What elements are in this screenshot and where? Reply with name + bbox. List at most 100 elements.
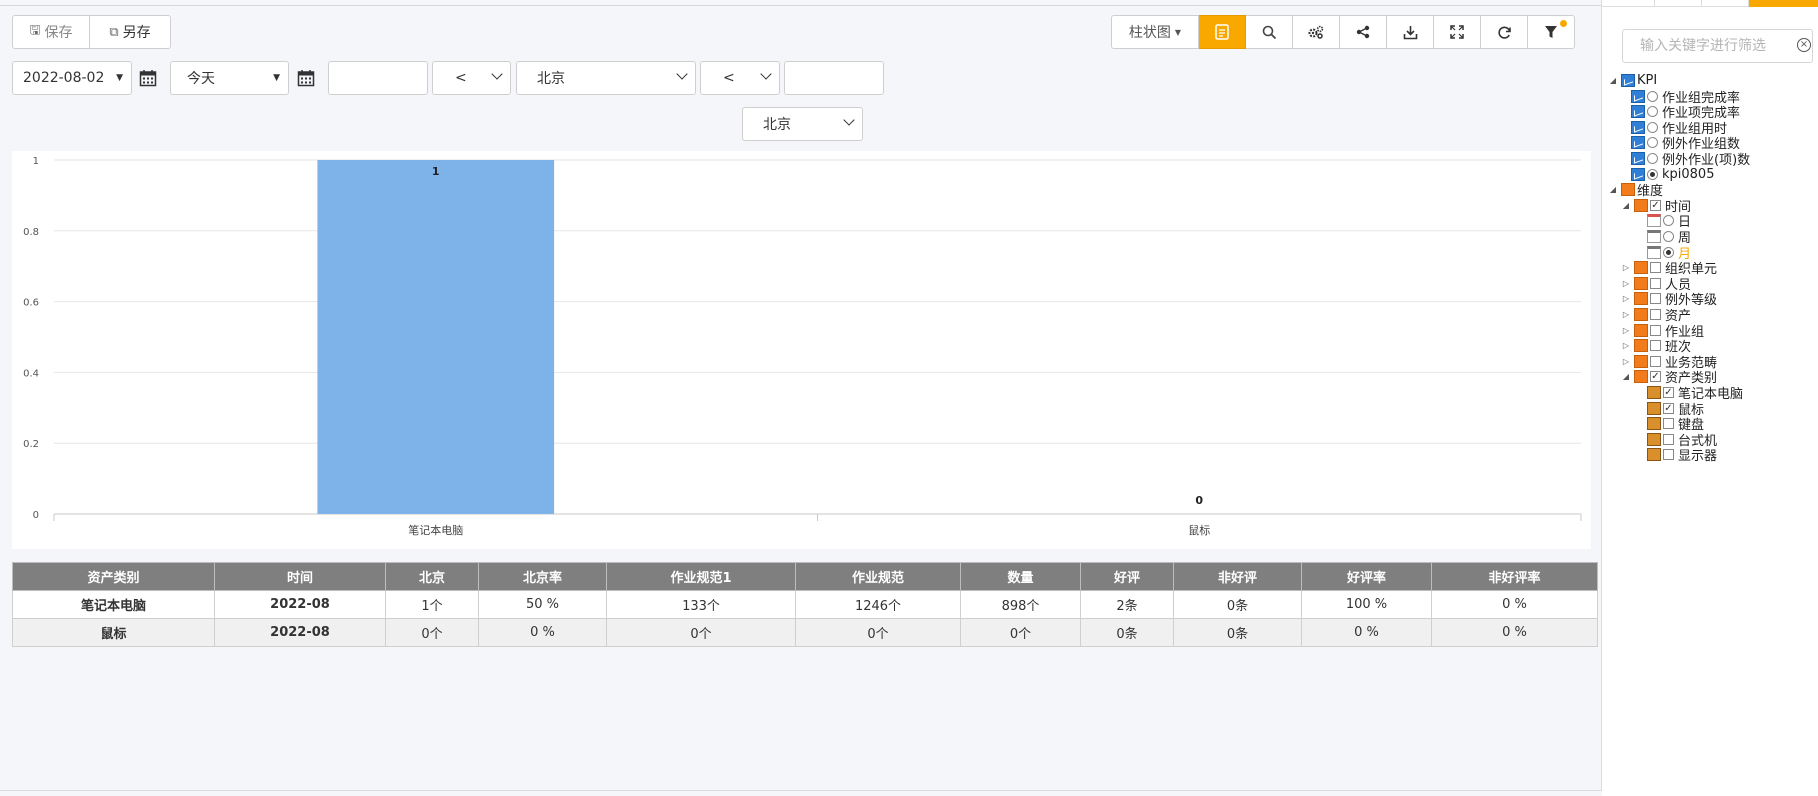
- filter-button[interactable]: [1528, 15, 1575, 49]
- radio-button[interactable]: [1663, 246, 1674, 258]
- calendar-icon[interactable]: [297, 69, 315, 87]
- expand-icon[interactable]: ▷: [1621, 326, 1631, 335]
- bar: [317, 160, 555, 514]
- column-header[interactable]: 资产类别: [12, 562, 215, 591]
- column-header[interactable]: 非好评: [1173, 562, 1302, 591]
- radio-button[interactable]: [1647, 137, 1658, 149]
- region-select[interactable]: 北京: [516, 61, 696, 95]
- checkbox[interactable]: [1650, 324, 1661, 336]
- table-row: 笔记本电脑 2022-08 1个 50 % 133个 1246个 898个 2条 0条 100 %…: [12, 590, 1598, 619]
- cube-icon: [1647, 417, 1661, 431]
- table-header-row: 资产类别 时间 北京 北京率 作业规范1 作业规范 数量 好评 非好评 好评率 非好评率: [12, 562, 1598, 591]
- settings-icon: [1308, 25, 1324, 39]
- save-button[interactable]: 🖫 保存: [12, 15, 90, 49]
- checkbox[interactable]: [1650, 309, 1661, 320]
- download-button[interactable]: [1387, 15, 1434, 49]
- expand-icon[interactable]: ▷: [1621, 310, 1631, 319]
- panel-tab-3[interactable]: [1702, 0, 1749, 7]
- column-header[interactable]: 北京率: [478, 562, 607, 591]
- y-tick-label: 0.2: [23, 439, 39, 450]
- copy-icon: ⧉: [109, 24, 119, 40]
- column-header[interactable]: 作业规范: [795, 562, 961, 591]
- value-input-2[interactable]: [784, 61, 884, 95]
- table-cell: 0个: [606, 618, 796, 647]
- panel-tab-1[interactable]: [1602, 0, 1655, 7]
- expand-icon[interactable]: ▷: [1621, 294, 1631, 303]
- filter-icon: [1545, 26, 1557, 38]
- checkbox[interactable]: ✓: [1650, 371, 1661, 383]
- search-button[interactable]: [1246, 15, 1293, 49]
- column-header[interactable]: 数量: [960, 562, 1081, 591]
- checkbox[interactable]: [1650, 340, 1661, 352]
- calendar-icon[interactable]: [139, 69, 157, 87]
- y-tick-label: 0.8: [23, 227, 39, 238]
- checkbox[interactable]: ✓: [1663, 402, 1674, 414]
- tree-node-dimension[interactable]: ◢ 维度: [1608, 181, 1663, 199]
- table-cell: 笔记本电脑: [12, 590, 215, 619]
- chart-type-dropdown[interactable]: 柱状图 ▼: [1111, 15, 1199, 49]
- panel-tab-5[interactable]: [1794, 0, 1818, 7]
- tree-node-asset-item[interactable]: 显示器: [1647, 446, 1717, 464]
- x-category-label: 笔记本电脑: [408, 523, 463, 537]
- search-input[interactable]: [1622, 29, 1813, 63]
- tree-node-dimension-item[interactable]: ▷ 作业组: [1621, 322, 1704, 340]
- table-cell: 鼠标: [12, 618, 215, 647]
- checkbox[interactable]: [1650, 355, 1661, 367]
- radio-button[interactable]: [1647, 106, 1658, 118]
- operator-select-2[interactable]: <: [700, 61, 780, 95]
- collapse-icon[interactable]: ◢: [1608, 76, 1618, 85]
- panel-tab-4[interactable]: [1749, 0, 1794, 7]
- expand-icon[interactable]: ▷: [1621, 341, 1631, 350]
- radio-button[interactable]: [1663, 215, 1674, 227]
- period-select[interactable]: 今天 ▼: [170, 61, 289, 95]
- tree-node-label: KPI: [1637, 73, 1658, 88]
- region-value: 北京: [537, 71, 565, 87]
- column-header[interactable]: 非好评率: [1431, 562, 1598, 591]
- collapse-icon[interactable]: ◢: [1608, 185, 1618, 194]
- tree-node-kpi-item[interactable]: 例外作业(项)数: [1631, 150, 1750, 168]
- expand-icon[interactable]: ▷: [1621, 279, 1631, 288]
- radio-button[interactable]: [1647, 153, 1658, 164]
- collapse-icon[interactable]: ◢: [1621, 201, 1631, 210]
- expand-icon[interactable]: ▷: [1621, 263, 1631, 272]
- y-tick-label: 1: [33, 156, 39, 167]
- checkbox[interactable]: ✓: [1650, 199, 1661, 211]
- checkbox[interactable]: [1650, 293, 1661, 305]
- column-header[interactable]: 时间: [214, 562, 386, 591]
- save-as-button[interactable]: ⧉ 另存: [90, 15, 171, 49]
- column-header[interactable]: 好评率: [1301, 562, 1432, 591]
- checkbox[interactable]: ✓: [1663, 387, 1674, 398]
- chevron-down-icon: [843, 114, 855, 126]
- value-input-1[interactable]: [328, 61, 428, 95]
- share-button[interactable]: [1340, 15, 1387, 49]
- radio-button[interactable]: [1663, 231, 1674, 242]
- fullscreen-button[interactable]: [1434, 15, 1481, 49]
- caret-down-icon: ▼: [116, 73, 123, 83]
- tree-node-kpi[interactable]: ◢ KPI: [1608, 72, 1657, 89]
- radio-button[interactable]: [1647, 168, 1658, 180]
- report-icon: [1215, 24, 1229, 40]
- checkbox[interactable]: [1663, 433, 1674, 445]
- radio-button[interactable]: [1647, 90, 1658, 102]
- refresh-button[interactable]: [1481, 15, 1528, 49]
- region-select-2[interactable]: 北京: [742, 107, 863, 141]
- operator-select-1[interactable]: <: [432, 61, 511, 95]
- checkbox[interactable]: [1663, 449, 1674, 461]
- settings-button[interactable]: [1293, 15, 1340, 49]
- checkbox[interactable]: [1650, 277, 1661, 289]
- collapse-icon[interactable]: ◢: [1621, 372, 1631, 381]
- column-header[interactable]: 北京: [385, 562, 479, 591]
- column-header[interactable]: 好评: [1080, 562, 1174, 591]
- checkbox[interactable]: [1650, 262, 1661, 274]
- clear-icon[interactable]: ×: [1797, 38, 1811, 52]
- panel-tab-2[interactable]: [1655, 0, 1702, 7]
- expand-icon[interactable]: ▷: [1621, 357, 1631, 366]
- radio-button[interactable]: [1647, 121, 1658, 133]
- table-cell: 50 %: [478, 590, 607, 619]
- dimension-icon: [1634, 323, 1648, 337]
- column-header[interactable]: 作业规范1: [606, 562, 796, 591]
- checkbox[interactable]: [1663, 418, 1674, 430]
- table-cell: 1246个: [795, 590, 961, 619]
- report-button[interactable]: [1199, 15, 1246, 49]
- date-picker[interactable]: 2022-08-02 ▼: [12, 61, 132, 95]
